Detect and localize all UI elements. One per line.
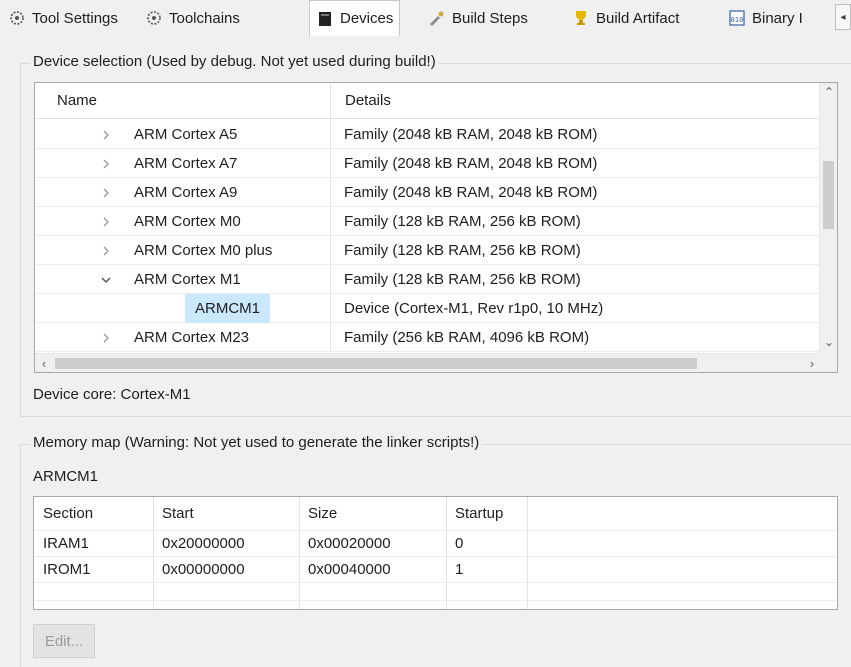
device-details: Family (128 kB RAM, 256 kB ROM) — [344, 213, 581, 230]
tree-row[interactable]: ARM Cortex M1 Family (128 kB RAM, 256 kB … — [35, 265, 821, 294]
chevron-right-icon[interactable] — [100, 120, 112, 149]
chevron-right-icon[interactable] — [100, 236, 112, 265]
start-cell: 0x00000000 — [162, 561, 245, 578]
chevron-right-icon[interactable] — [100, 323, 112, 352]
tab-bar: Tool Settings Toolchains Devices Build S… — [0, 0, 851, 36]
memory-table-row[interactable]: IRAM1 0x20000000 0x00020000 0 — [34, 531, 837, 557]
startup-cell: 1 — [455, 561, 464, 578]
device-core-label: Device core: Cortex-M1 — [33, 386, 191, 403]
memory-table-header: Section Start Size Startup — [34, 497, 837, 531]
device-name: ARM Cortex M23 — [134, 329, 250, 346]
tab-label: Build Steps — [452, 9, 528, 27]
toolchains-icon — [145, 9, 163, 27]
size-cell: 0x00020000 — [308, 535, 391, 552]
scrollbar-corner — [819, 353, 837, 372]
tool-settings-icon — [8, 9, 26, 27]
tab-build-steps[interactable]: Build Steps — [422, 2, 534, 34]
tree-row[interactable]: ARM Cortex M23 Family (256 kB RAM, 4096 k… — [35, 323, 821, 352]
chevron-right-icon[interactable] — [100, 178, 112, 207]
column-header-name[interactable]: Name — [35, 83, 97, 119]
device-name: ARM Cortex A9 — [134, 184, 238, 201]
chevron-right-icon[interactable] — [100, 207, 112, 236]
memory-map-title: Memory map (Warning: Not yet used to gen… — [30, 434, 483, 451]
column-header-start[interactable]: Start — [153, 497, 194, 530]
tab-label: Tool Settings — [32, 9, 118, 27]
tab-build-artifact[interactable]: Build Artifact — [566, 2, 685, 34]
memory-table-empty-row — [34, 583, 837, 601]
device-name: ARMCM1 — [185, 294, 271, 323]
device-name: ARM Cortex A7 — [134, 155, 238, 172]
horizontal-scrollbar[interactable]: ‹ › — [35, 353, 821, 372]
tab-label: Devices — [340, 10, 394, 27]
scroll-up-icon[interactable]: ⌃ — [820, 85, 837, 103]
memory-table-row[interactable]: IROM1 0x00000000 0x00040000 1 — [34, 557, 837, 583]
device-selection-title: Device selection (Used by debug. Not yet… — [30, 53, 439, 70]
svg-text:010: 010 — [731, 16, 744, 24]
column-header-details[interactable]: Details — [323, 83, 391, 119]
device-name: ARM Cortex A5 — [134, 126, 238, 143]
memory-table: Section Start Size Startup IRAM1 0x20000… — [33, 496, 838, 610]
chevron-down-icon[interactable] — [100, 265, 112, 294]
scrollbar-thumb[interactable] — [55, 358, 697, 369]
binary-icon: 010 — [728, 9, 746, 27]
device-tree: Name Details ARM Cortex A5 Family (2048 k… — [34, 82, 838, 373]
scrollbar-thumb[interactable] — [823, 161, 834, 229]
chevron-right-icon[interactable] — [100, 149, 112, 178]
size-cell: 0x00040000 — [308, 561, 391, 578]
tab-scroll-left-button[interactable]: ◂ — [835, 4, 851, 30]
scroll-left-icon[interactable]: ‹ — [35, 354, 53, 372]
start-cell: 0x20000000 — [162, 535, 245, 552]
build-artifact-icon — [572, 9, 590, 27]
device-name: ARM Cortex M0 plus — [134, 242, 273, 259]
device-details: Family (2048 kB RAM, 2048 kB ROM) — [344, 184, 598, 201]
tab-devices[interactable]: Devices — [309, 0, 401, 36]
section-cell: IRAM1 — [43, 535, 89, 552]
tab-tool-settings[interactable]: Tool Settings — [2, 2, 124, 34]
edit-button[interactable]: Edit... — [33, 624, 95, 658]
vertical-scrollbar[interactable]: ⌃ ⌄ — [819, 83, 837, 355]
tree-row-selected[interactable]: ARMCM1 Device (Cortex-M1, Rev r1p0, 10 MH… — [35, 294, 821, 323]
devices-icon — [316, 10, 334, 28]
tree-row[interactable]: ARM Cortex A5 Family (2048 kB RAM, 2048 k… — [35, 120, 821, 149]
section-cell: IROM1 — [43, 561, 91, 578]
column-header-size[interactable]: Size — [299, 497, 337, 530]
device-details: Family (256 kB RAM, 4096 kB ROM) — [344, 329, 590, 346]
tab-toolchains[interactable]: Toolchains — [139, 2, 246, 34]
tree-row[interactable]: ARM Cortex M0 Family (128 kB RAM, 256 kB … — [35, 207, 821, 236]
column-header-section[interactable]: Section — [34, 497, 93, 530]
tree-row[interactable]: ARM Cortex M0 plus Family (128 kB RAM, 25… — [35, 236, 821, 265]
tree-row[interactable]: ARM Cortex A9 Family (2048 kB RAM, 2048 k… — [35, 178, 821, 207]
device-details: Family (2048 kB RAM, 2048 kB ROM) — [344, 155, 598, 172]
device-details: Family (128 kB RAM, 256 kB ROM) — [344, 242, 581, 259]
startup-cell: 0 — [455, 535, 464, 552]
tab-label: Toolchains — [169, 9, 240, 27]
device-details: Device (Cortex-M1, Rev r1p0, 10 MHz) — [344, 300, 604, 317]
device-name: ARM Cortex M0 — [134, 213, 241, 230]
tree-row[interactable]: ARM Cortex A7 Family (2048 kB RAM, 2048 k… — [35, 149, 821, 178]
tab-label: Build Artifact — [596, 9, 680, 27]
tab-binary[interactable]: 010 Binary I — [722, 2, 809, 34]
build-steps-icon — [428, 9, 446, 27]
memory-map-device-name: ARMCM1 — [33, 468, 99, 485]
device-details: Family (128 kB RAM, 256 kB ROM) — [344, 271, 581, 288]
column-header-startup[interactable]: Startup — [446, 497, 503, 530]
scroll-down-icon[interactable]: ⌄ — [820, 335, 837, 353]
device-details: Family (2048 kB RAM, 2048 kB ROM) — [344, 126, 598, 143]
tree-header: Name Details — [35, 83, 821, 119]
device-name: ARM Cortex M1 — [134, 271, 241, 288]
tab-label: Binary I — [752, 9, 803, 27]
